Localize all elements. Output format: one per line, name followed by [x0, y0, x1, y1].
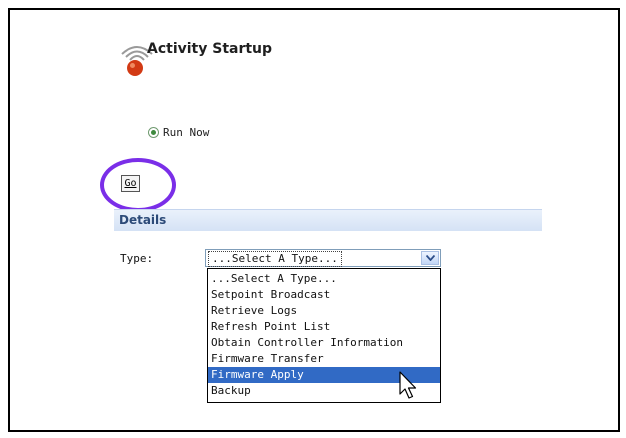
run-now-radio[interactable] [148, 127, 159, 138]
dropdown-option[interactable]: Obtain Controller Information [208, 335, 440, 351]
dropdown-option[interactable]: Setpoint Broadcast [208, 287, 440, 303]
dropdown-option[interactable]: Firmware Transfer [208, 351, 440, 367]
dropdown-option[interactable]: Refresh Point List [208, 319, 440, 335]
dropdown-option[interactable]: ...Select A Type... [208, 271, 440, 287]
chevron-down-icon[interactable] [421, 251, 439, 265]
dropdown-option[interactable]: Retrieve Logs [208, 303, 440, 319]
run-now-label: Run Now [163, 126, 210, 139]
details-heading: Details [119, 213, 167, 227]
mouse-pointer-icon [399, 371, 417, 399]
go-button-annotation-circle [100, 158, 176, 212]
details-section-header: Details [114, 209, 542, 231]
type-select[interactable]: ...Select A Type... [205, 249, 441, 267]
run-now-option[interactable]: Run Now [148, 126, 209, 139]
page-title: Activity Startup [147, 41, 273, 57]
type-select-value: ...Select A Type... [208, 251, 342, 267]
type-label: Type: [120, 252, 154, 265]
